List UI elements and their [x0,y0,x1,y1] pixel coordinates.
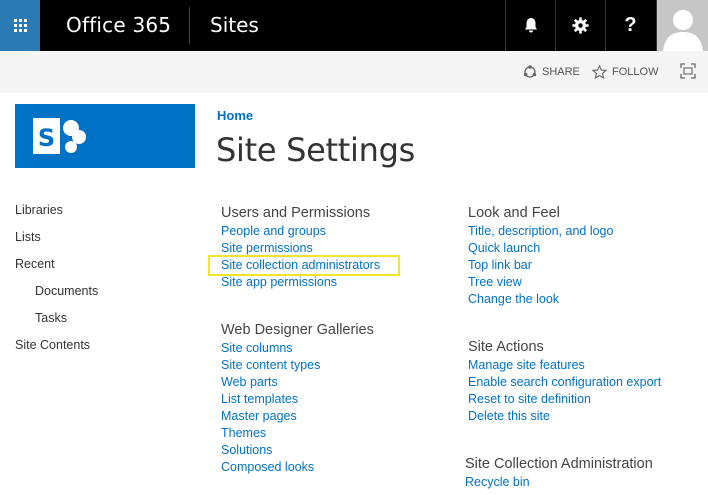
help-button[interactable]: ? [605,0,655,51]
highlight-box [208,255,400,276]
follow-label: FOLLOW [612,66,659,78]
share-button[interactable]: SHARE [523,65,580,79]
person-icon [657,0,708,51]
suite-bar: Office 365 Sites ? [0,0,708,51]
group-title-look-and-feel: Look and Feel [468,205,560,221]
link-composed-looks[interactable]: Composed looks [221,460,314,474]
link-people-and-groups[interactable]: People and groups [221,224,326,238]
group-title-site-actions: Site Actions [468,339,544,355]
follow-button[interactable]: FOLLOW [592,65,658,79]
sharepoint-logo-icon: S [33,118,86,154]
settings-button[interactable] [555,0,605,51]
gear-icon [572,17,589,34]
link-site-content-types[interactable]: Site content types [221,358,320,372]
nav-item-recent[interactable]: Recent [15,257,55,271]
link-enable-search-config-export[interactable]: Enable search configuration export [468,375,661,389]
office-brand-link[interactable]: Office 365 [66,13,171,37]
nav-item-libraries[interactable]: Libraries [15,203,63,217]
link-recycle-bin[interactable]: Recycle bin [465,475,530,489]
link-site-columns[interactable]: Site columns [221,341,293,355]
star-icon [592,65,607,79]
group-title-web-designer-galleries: Web Designer Galleries [221,322,374,338]
link-quick-launch[interactable]: Quick launch [468,241,540,255]
focus-content-button[interactable] [680,63,696,79]
app-launcher-button[interactable] [0,0,40,51]
app-title-link[interactable]: Sites [210,13,259,37]
share-icon [523,65,537,78]
link-top-link-bar[interactable]: Top link bar [468,258,532,272]
link-web-parts[interactable]: Web parts [221,375,278,389]
breadcrumb-home-link[interactable]: Home [217,108,253,123]
link-delete-this-site[interactable]: Delete this site [468,409,550,423]
nav-item-documents[interactable]: Documents [35,284,98,298]
app-launcher-icon [13,19,27,32]
link-master-pages[interactable]: Master pages [221,409,297,423]
link-site-permissions[interactable]: Site permissions [221,241,313,255]
user-avatar[interactable] [656,0,708,51]
nav-item-site-contents[interactable]: Site Contents [15,338,90,352]
link-site-app-permissions[interactable]: Site app permissions [221,275,337,289]
link-reset-to-site-definition[interactable]: Reset to site definition [468,392,591,406]
link-change-the-look[interactable]: Change the look [468,292,559,306]
focus-icon [680,63,696,79]
group-title-site-collection-administration: Site Collection Administration [465,456,653,472]
nav-item-lists[interactable]: Lists [15,230,41,244]
action-bar: SHARE FOLLOW [0,51,708,93]
page-title: Site Settings [216,131,415,169]
nav-item-tasks[interactable]: Tasks [35,311,67,325]
group-title-users-permissions: Users and Permissions [221,205,371,221]
share-label: SHARE [542,66,580,78]
link-manage-site-features[interactable]: Manage site features [468,358,585,372]
notifications-button[interactable] [505,0,555,51]
divider [189,7,190,44]
link-themes[interactable]: Themes [221,426,266,440]
svg-text:S: S [38,124,55,152]
link-title-description-logo[interactable]: Title, description, and logo [468,224,613,238]
link-tree-view[interactable]: Tree view [468,275,522,289]
link-list-templates[interactable]: List templates [221,392,298,406]
link-solutions[interactable]: Solutions [221,443,272,457]
bell-icon [524,18,537,33]
site-logo[interactable]: S [15,104,195,168]
